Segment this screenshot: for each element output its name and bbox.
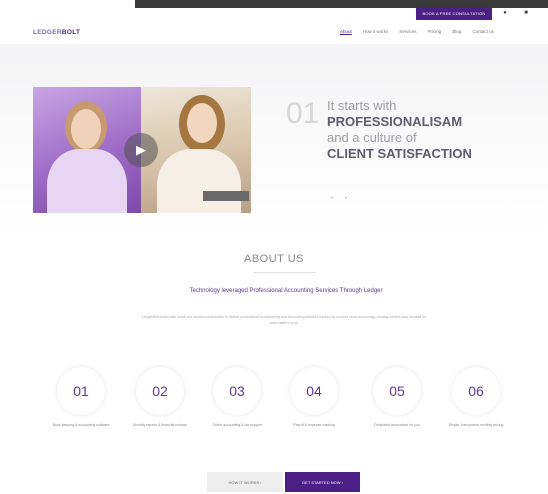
- feature-caption-01: Book-keeping & accounting software: [52, 423, 110, 427]
- feature-circle-04: 04: [290, 367, 338, 415]
- logo-part2: BOLT: [61, 29, 81, 36]
- hero-line-2: PROFESSIONALISAM: [327, 114, 463, 129]
- feature-circle-03: 03: [213, 367, 261, 415]
- slider-dots[interactable]: • •: [331, 196, 352, 202]
- about-divider: [254, 272, 316, 273]
- hero-line-1: It starts with: [327, 98, 397, 113]
- hero-video[interactable]: ▶: [33, 87, 251, 213]
- laptop: [203, 191, 249, 201]
- menu-item-blog[interactable]: Blog: [452, 29, 461, 34]
- about-subtitle: Technology leveraged Professional Accoun…: [189, 288, 383, 294]
- person-face-right: [187, 103, 217, 143]
- consultation-button[interactable]: BOOK A FREE CONSULTATION: [416, 7, 492, 20]
- person-face-left: [71, 109, 101, 149]
- how-it-works-button[interactable]: HOW IT WORKS ›: [207, 472, 283, 492]
- menu-item-pricing[interactable]: Pricing: [428, 29, 442, 34]
- feature-circle-06: 06: [452, 367, 500, 415]
- feature-caption-04: Payroll & expense tracking: [293, 423, 335, 427]
- feature-circle-01: 01: [57, 367, 105, 415]
- about-title: ABOUT US: [243, 253, 305, 265]
- feature-caption-05: Dedicated accountant for you: [374, 423, 420, 427]
- menu-item-contact[interactable]: Contact us: [472, 29, 494, 34]
- menu-item-services[interactable]: Services: [399, 29, 416, 34]
- person-body-left: [47, 149, 127, 213]
- person-body-right: [157, 149, 241, 213]
- play-icon[interactable]: ▶: [124, 133, 158, 167]
- main-header: LEDGERBOLT About How it works Services P…: [0, 24, 548, 42]
- hero-line-4: CLIENT SATISFACTION: [327, 146, 472, 161]
- about-body: LedgerBolt works with small and medium b…: [141, 315, 427, 325]
- feature-circle-05: 05: [373, 367, 421, 415]
- feature-circle-02: 02: [136, 367, 184, 415]
- main-menu: About How it works Services Pricing Blog…: [340, 29, 494, 34]
- hero-heading: It starts with PROFESSIONALISAM and a cu…: [327, 98, 527, 162]
- cart-icon[interactable]: ■: [521, 8, 531, 18]
- top-strip: BOOK A FREE CONSULTATION ● ■: [0, 0, 548, 22]
- feature-caption-03: Online accounting & tax support: [212, 423, 262, 427]
- logo-part1: LEDGER: [33, 29, 62, 36]
- user-icon[interactable]: ●: [500, 8, 510, 18]
- hero-line-3: and a culture of: [327, 130, 417, 145]
- menu-item-how-it-works[interactable]: How it works: [363, 29, 389, 34]
- feature-caption-02: Monthly reports & financial reviews: [132, 423, 188, 427]
- logo[interactable]: LEDGERBOLT: [33, 29, 80, 36]
- get-started-button[interactable]: GET STARTED NOW ›: [285, 472, 360, 492]
- hero-number: 01: [286, 97, 320, 130]
- menu-item-about[interactable]: About: [340, 29, 352, 34]
- feature-caption-06: Simple, transparent monthly pricing: [448, 423, 504, 427]
